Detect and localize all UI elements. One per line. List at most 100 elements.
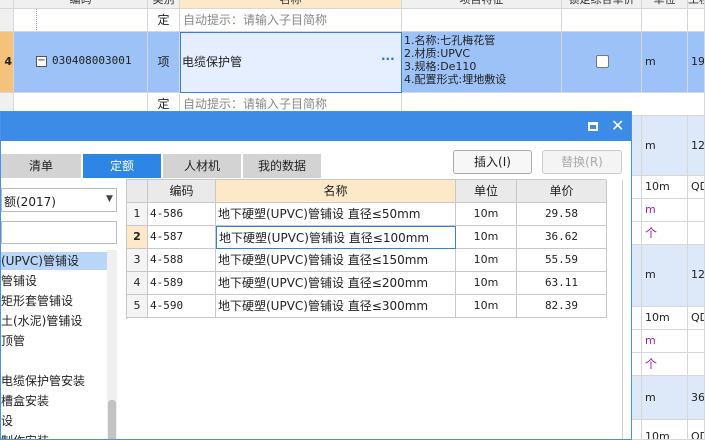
feature-line: 3.规格:De110 [404,60,477,73]
close-icon[interactable]: ✕ [611,116,624,136]
maximize-icon[interactable] [588,122,598,131]
category-tree: (UPVC)管铺设 管铺设 矩形套管铺设 土(水泥)管铺设 顶管 电缆保护管安装… [1,250,117,439]
quota-price[interactable]: 36.62 [517,226,607,249]
tree-item[interactable]: 顶管 [1,332,25,349]
insert-button[interactable]: 插入(I) [453,150,532,174]
unit-cell[interactable]: m [642,245,688,307]
row-number: 4 [0,32,14,93]
row-header [0,9,14,32]
quota-code[interactable]: 4-586 [148,203,216,226]
panel-divider [622,180,623,439]
tree-item[interactable]: 矩形套管铺设 [1,292,73,309]
unit-cell[interactable]: m [642,116,688,176]
feature-line: 1.名称:七孔梅花管 [404,34,496,47]
code-cell[interactable]: − 030408003001 [14,32,148,93]
type-cell[interactable]: 项 [148,32,180,93]
tab-my-data[interactable]: 我的数据 [243,154,321,178]
grid-header-name[interactable]: 名称 [216,180,456,203]
select-value: 额(2017) [4,195,56,209]
quota-name[interactable]: 地下硬塑(UPVC)管铺设 直径≤50mm [216,203,456,226]
qty-cell[interactable]: QD [688,420,705,440]
tree-item[interactable]: 电缆保护管安装 [1,372,85,389]
quota-unit[interactable]: 10m [456,226,517,249]
chevron-down-icon: ▼ [106,194,113,204]
unit-cell[interactable]: 10m [642,307,688,330]
unit-cell[interactable]: m [642,330,688,353]
tree-item[interactable]: 设 [1,412,13,429]
feature-line: 2.材质:UPVC [404,47,471,60]
replace-button[interactable]: 替换(R) [542,150,622,174]
unit-cell[interactable] [642,9,688,32]
query-dialog: ✕ 清单 定额 人材机 我的数据 插入(I) 替换(R) 额(2017) ▼ (… [0,111,632,440]
qty-cell[interactable]: 36 [688,376,705,420]
unit-cell[interactable]: 10m [642,176,688,199]
dialog-titlebar[interactable]: ✕ [1,112,631,141]
quota-price[interactable]: 63.11 [517,272,607,295]
row-index: 2 [127,226,148,249]
quota-name[interactable]: 地下硬塑(UPVC)管铺设 直径≤300mm [216,295,456,318]
name-hint-cell[interactable]: 自动提示：请输入子目简称 [180,9,402,32]
unit-cell[interactable]: m [642,376,688,420]
lock-cell[interactable] [562,9,642,32]
unit-cell[interactable]: 个 [642,353,688,376]
quota-price[interactable]: 29.58 [517,203,607,226]
tab-quota[interactable]: 定额 [83,154,161,178]
quota-price[interactable]: 55.59 [517,249,607,272]
quota-code[interactable]: 4-590 [148,295,216,318]
tree-item[interactable]: 土(水泥)管铺设 [1,312,82,329]
type-cell[interactable]: 定 [148,9,180,32]
quota-name-selected[interactable]: 地下硬塑(UPVC)管铺设 直径≤100mm [216,226,456,249]
header-type: 类别 [148,0,180,9]
header-cell [0,0,14,9]
quota-code[interactable]: 4-588 [148,249,216,272]
tree-scrollbar[interactable] [107,250,117,439]
name-cell[interactable]: 电缆保护管 ··· [180,32,402,93]
grid-header-price[interactable]: 单价 [517,180,607,203]
quota-name[interactable]: 地下硬塑(UPVC)管铺设 直径≤150mm [216,249,456,272]
qty-cell[interactable]: 128 [688,245,705,307]
header-unit: 单位 [642,0,688,9]
tree-item[interactable]: 制作安装 [1,432,49,439]
tab-labor-material[interactable]: 人材机 [163,154,241,178]
quota-unit[interactable]: 10m [456,203,517,226]
tree-item-selected[interactable]: (UPVC)管铺设 [1,252,107,270]
more-icon[interactable]: ··· [381,52,395,66]
unit-cell[interactable]: m [642,199,688,222]
header-features: 项目特征 [402,0,562,9]
row-index: 4 [127,272,148,295]
quota-unit[interactable]: 10m [456,272,517,295]
unit-cell[interactable]: 10m [642,420,688,440]
header-qty: 工程量 [688,0,705,9]
header-name: 名称 [180,0,402,9]
unit-cell[interactable]: m [642,32,688,93]
qty-cell[interactable] [688,9,705,32]
search-input[interactable] [1,221,117,244]
collapse-icon[interactable]: − [36,56,47,67]
features-cell[interactable] [402,9,562,32]
tree-item[interactable]: 槽盒安装 [1,392,49,409]
header-code: 编码 [14,0,148,9]
qty-cell[interactable]: QD [688,307,705,330]
quota-library-select[interactable]: 额(2017) ▼ [1,188,117,212]
quota-unit[interactable]: 10m [456,295,517,318]
lock-checkbox[interactable] [596,55,609,68]
features-cell[interactable]: 1.名称:七孔梅花管 2.材质:UPVC 3.规格:De110 4.配置形式:埋… [402,32,562,93]
tab-list[interactable]: 清单 [1,154,81,178]
quota-name[interactable]: 地下硬塑(UPVC)管铺设 直径≤200mm [216,272,456,295]
grid-header-unit[interactable]: 单位 [456,180,517,203]
tree-guide [14,9,148,32]
scrollbar-thumb[interactable] [108,400,116,439]
quota-unit[interactable]: 10m [456,249,517,272]
grid-header-code[interactable]: 编码 [148,180,216,203]
qty-cell[interactable]: QD [688,176,705,199]
row-index: 1 [127,203,148,226]
quota-code[interactable]: 4-589 [148,272,216,295]
qty-cell[interactable]: 195 [688,32,705,93]
qty-cell[interactable]: 128 [688,116,705,176]
tree-item[interactable]: 管铺设 [1,272,37,289]
right-columns: m 128 10m QD m 个 m 128 10m QD m 个 m 36 1… [632,116,705,440]
lock-cell[interactable] [562,32,642,93]
quota-price[interactable]: 82.39 [517,295,607,318]
quota-code[interactable]: 4-587 [148,226,216,249]
unit-cell[interactable]: 个 [642,222,688,245]
